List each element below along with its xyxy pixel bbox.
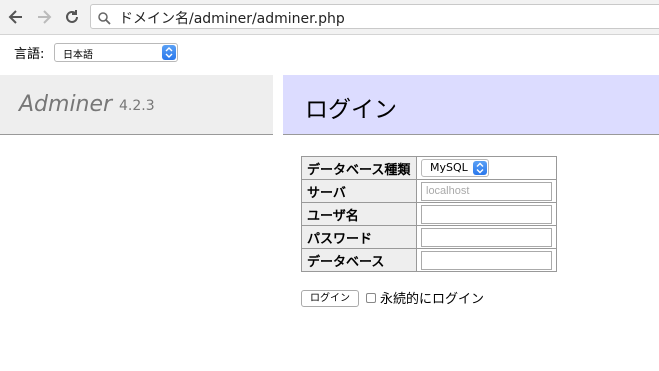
form-row-username: ユーザ名	[301, 202, 557, 226]
login-button[interactable]: ログイン	[301, 290, 359, 307]
username-label: ユーザ名	[301, 202, 417, 226]
forward-arrow-icon[interactable]	[34, 7, 54, 27]
language-select[interactable]: 日本語	[54, 43, 178, 62]
server-cell	[416, 179, 557, 203]
language-select-value: 日本語	[63, 50, 93, 61]
username-input[interactable]	[421, 204, 552, 224]
server-input[interactable]	[421, 181, 552, 201]
server-label: サーバ	[301, 179, 417, 203]
password-input[interactable]	[421, 227, 552, 247]
brand-name[interactable]: Adminer	[19, 92, 112, 117]
adminer-brand: Adminer 4.2.3	[0, 75, 273, 135]
database-input[interactable]	[421, 250, 552, 270]
back-arrow-icon[interactable]	[6, 7, 26, 27]
system-select-value: MySQL	[430, 161, 468, 174]
reload-icon[interactable]	[62, 7, 82, 27]
brand-version: 4.2.3	[119, 98, 155, 114]
permanent-login-label[interactable]: 永続的にログイン	[380, 288, 484, 307]
language-label: 言語:	[14, 47, 45, 62]
search-icon	[98, 10, 111, 29]
page-header: ログイン	[283, 75, 659, 135]
browser-toolbar: ドメイン名/adminer/adminer.php	[0, 0, 659, 35]
system-select[interactable]: MySQL	[421, 159, 489, 177]
username-cell	[416, 202, 557, 226]
database-cell	[416, 248, 557, 272]
select-arrows-icon	[473, 161, 487, 175]
database-label: データベース	[301, 248, 417, 272]
permanent-login-checkbox[interactable]	[366, 293, 376, 303]
login-form-table: データベース種類 MySQL サーバ ユーザ名 パスワード データベース	[301, 156, 557, 272]
form-row-server: サーバ	[301, 179, 557, 203]
form-row-system: データベース種類 MySQL	[301, 156, 557, 180]
page-title: ログイン	[305, 97, 397, 123]
select-arrows-icon	[162, 45, 176, 60]
password-cell	[416, 225, 557, 249]
form-row-password: パスワード	[301, 225, 557, 249]
password-label: パスワード	[301, 225, 417, 249]
system-label: データベース種類	[301, 156, 417, 180]
system-cell: MySQL	[416, 156, 557, 180]
address-url[interactable]: ドメイン名/adminer/adminer.php	[119, 8, 345, 28]
form-row-database: データベース	[301, 248, 557, 272]
address-bar[interactable]: ドメイン名/adminer/adminer.php	[90, 4, 659, 29]
